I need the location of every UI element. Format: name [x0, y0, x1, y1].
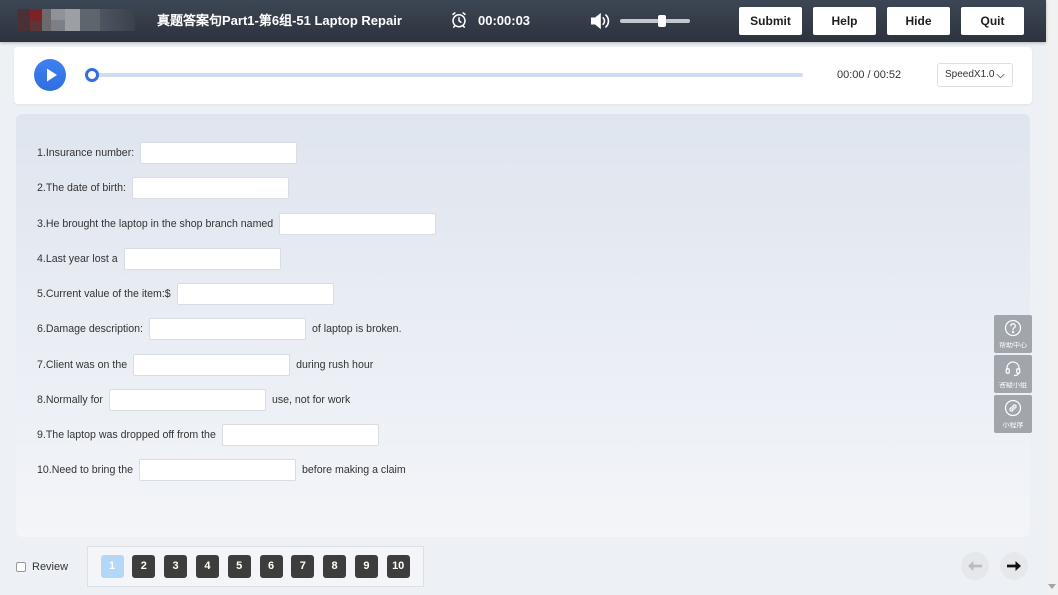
question-text: 7.Client was on the — [37, 358, 128, 371]
page-button[interactable]: 5 — [227, 555, 251, 578]
arrow-left-icon — [968, 561, 982, 571]
help-button[interactable]: Help — [813, 7, 876, 35]
chevron-down-icon — [996, 73, 1005, 79]
review-checkbox[interactable] — [16, 562, 26, 572]
answer-input[interactable] — [131, 177, 289, 200]
play-button[interactable] — [34, 59, 66, 91]
logo-pixel — [65, 9, 80, 31]
answer-input[interactable] — [176, 283, 334, 306]
submit-button[interactable]: Submit — [739, 7, 802, 35]
hide-button[interactable]: Hide — [887, 7, 950, 35]
side-tool-label: 小程序 — [1002, 422, 1024, 429]
page-button[interactable]: 10 — [386, 555, 410, 578]
question-pager: 1 2 3 4 5 6 7 8 9 10 — [87, 546, 424, 587]
review-label[interactable]: Review — [32, 561, 68, 574]
qa-group-button[interactable]: 答疑小组 — [994, 355, 1032, 393]
answer-input[interactable] — [108, 388, 266, 411]
question-row: 2.The date of birth: — [37, 171, 436, 206]
logo-pixel — [100, 9, 135, 31]
question-row: 8.Normally for use, not for work — [37, 382, 436, 417]
page-button[interactable]: 6 — [259, 555, 283, 578]
page-button[interactable]: 7 — [291, 555, 315, 578]
page-button[interactable]: 9 — [354, 555, 378, 578]
page-button[interactable]: 3 — [164, 555, 188, 578]
question-row: 4.Last year lost a — [37, 241, 436, 276]
question-row: 10.Need to bring the before making a cla… — [37, 453, 436, 488]
answer-input[interactable] — [279, 212, 437, 235]
link-icon — [1004, 399, 1022, 417]
time-separator: / — [867, 69, 871, 81]
elapsed-timer: 00:00:03 — [478, 13, 531, 28]
page-button[interactable]: 1 — [100, 555, 124, 578]
question-panel: 1.Insurance number: 2.The date of birth:… — [16, 114, 1030, 537]
previous-button[interactable] — [961, 552, 989, 580]
answer-input[interactable] — [139, 459, 297, 482]
logo-pixel — [51, 9, 65, 20]
logo-pixel — [51, 20, 65, 31]
speed-select[interactable]: SpeedX1.0 — [937, 63, 1013, 87]
question-suffix-text: before making a claim — [302, 464, 406, 477]
volume-slider[interactable] — [620, 15, 690, 27]
volume-slider-thumb[interactable] — [658, 15, 666, 27]
question-text: 8.Normally for — [37, 393, 103, 406]
question-text: 9.The laptop was dropped off from the — [37, 429, 216, 442]
question-text: 3.He brought the laptop in the shop bran… — [37, 217, 274, 230]
mini-program-button[interactable]: 小程序 — [994, 395, 1032, 433]
page-button[interactable]: 4 — [195, 555, 219, 578]
question-row: 1.Insurance number: — [37, 135, 436, 170]
logo-pixel — [18, 9, 30, 31]
page-scrollbar[interactable] — [1046, 0, 1058, 595]
answer-input[interactable] — [123, 247, 281, 270]
speaker-icon[interactable] — [589, 11, 611, 31]
page-button[interactable]: 2 — [132, 555, 156, 578]
help-center-button[interactable]: 帮助中心 — [994, 315, 1032, 353]
app-logo — [0, 0, 136, 42]
arrow-right-icon — [1007, 561, 1021, 571]
audio-progress-bar[interactable] — [85, 68, 803, 82]
audio-time-display: 00:00/00:52 — [837, 68, 901, 82]
logo-pixel — [42, 9, 51, 31]
logo-pixel — [80, 9, 100, 31]
current-time: 00:00 — [837, 69, 865, 81]
exam-title: 真题答案句Part1-第6组-51 Laptop Repair — [157, 13, 402, 28]
answer-input[interactable] — [221, 424, 379, 447]
logo-pixel — [30, 9, 42, 21]
question-text: 2.The date of birth: — [37, 182, 126, 195]
question-row: 3.He brought the laptop in the shop bran… — [37, 206, 437, 241]
play-icon — [47, 68, 57, 82]
question-text: 5.Current value of the item:$ — [37, 288, 171, 301]
duration: 00:52 — [873, 69, 902, 81]
question-suffix-text: use, not for work — [271, 393, 351, 406]
question-row: 9.The laptop was dropped off from the — [37, 417, 436, 452]
next-button[interactable] — [1000, 552, 1028, 580]
audio-player: 00:00/00:52 SpeedX1.0 — [14, 47, 1032, 104]
header-bar: 真题答案句Part1-第6组-51 Laptop Repair 00:00:03… — [0, 0, 1046, 42]
question-text: 1.Insurance number: — [37, 147, 135, 160]
question-row: 6.Damage description: of laptop is broke… — [37, 312, 436, 347]
side-tool-label: 帮助中心 — [999, 342, 1027, 349]
question-list: 1.Insurance number: 2.The date of birth:… — [37, 135, 437, 488]
side-tool-label: 答疑小组 — [999, 382, 1027, 389]
answer-input[interactable] — [133, 353, 291, 376]
quit-button[interactable]: Quit — [961, 7, 1024, 35]
answer-input[interactable] — [149, 318, 306, 341]
question-suffix-text: of laptop is broken. — [312, 323, 402, 336]
question-row: 5.Current value of the item:$ — [37, 276, 436, 311]
question-text: 6.Damage description: — [37, 323, 143, 336]
headset-icon — [1005, 361, 1021, 377]
question-suffix-text: during rush hour — [296, 358, 374, 371]
question-row: 7.Client was on the during rush hour — [37, 347, 436, 382]
question-text: 4.Last year lost a — [37, 252, 118, 265]
side-toolbar: 帮助中心 答疑小组 小程序 — [994, 315, 1032, 435]
page-button[interactable]: 8 — [323, 555, 347, 578]
help-circle-icon — [1004, 319, 1022, 337]
answer-input[interactable] — [140, 142, 298, 165]
scroll-down-arrow-icon[interactable] — [1048, 584, 1056, 589]
question-text: 10.Need to bring the — [37, 464, 134, 477]
alarm-clock-icon — [452, 12, 466, 28]
logo-pixel — [30, 21, 42, 31]
audio-progress-thumb[interactable] — [85, 68, 99, 82]
speed-value: SpeedX1.0 — [945, 69, 995, 80]
